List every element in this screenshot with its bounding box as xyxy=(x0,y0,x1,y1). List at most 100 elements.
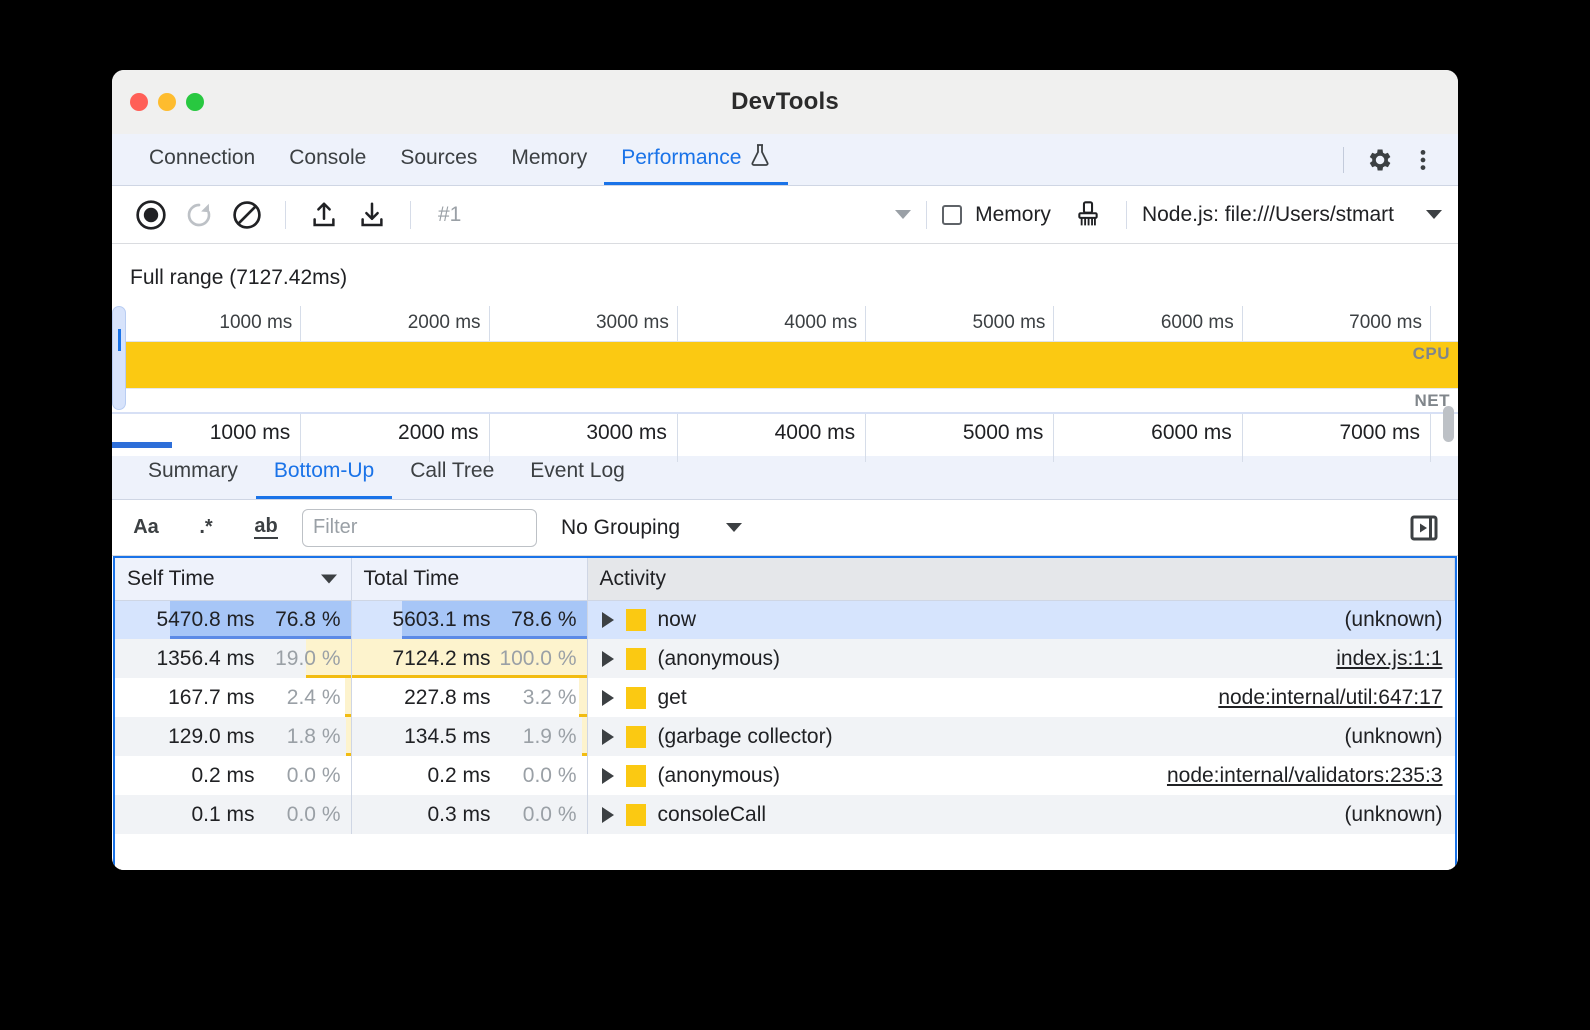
activity-name: now xyxy=(658,608,697,632)
total-time-percent: 0.0 % xyxy=(491,803,577,827)
activity-source-link[interactable]: index.js:1:1 xyxy=(1336,647,1442,671)
cell-total-time: 5603.1 ms78.6 % xyxy=(351,600,587,639)
cell-total-time: 7124.2 ms100.0 % xyxy=(351,639,587,678)
profile-id-label: #1 xyxy=(426,203,461,227)
more-options-button[interactable] xyxy=(1404,141,1442,179)
total-time-percent: 3.2 % xyxy=(491,686,577,710)
target-select-dropdown[interactable] xyxy=(1426,210,1442,219)
ruler-tick xyxy=(300,414,301,462)
cell-activity: now(unknown) xyxy=(587,600,1455,639)
reload-and-record-button[interactable] xyxy=(176,192,222,238)
expand-sidebar-button[interactable] xyxy=(1404,508,1444,548)
tab-connection-label: Connection xyxy=(149,146,255,170)
expand-triangle-icon[interactable] xyxy=(602,651,614,667)
tab-strip-actions xyxy=(1333,134,1458,185)
tab-console[interactable]: Console xyxy=(272,134,383,185)
tab-console-label: Console xyxy=(289,146,366,170)
experiment-flask-icon xyxy=(749,143,771,173)
activity-source-link[interactable]: node:internal/util:647:17 xyxy=(1218,686,1442,710)
self-time-percent: 19.0 % xyxy=(255,647,341,671)
grouping-dropdown[interactable]: No Grouping xyxy=(561,516,742,540)
tab-memory[interactable]: Memory xyxy=(494,134,604,185)
column-header-self-time[interactable]: Self Time xyxy=(115,558,351,600)
column-header-total-time[interactable]: Total Time xyxy=(351,558,587,600)
overview-pane[interactable]: 1000 ms2000 ms3000 ms4000 ms5000 ms6000 … xyxy=(112,306,1458,444)
table-row[interactable]: 0.2 ms0.0 %0.2 ms0.0 %(anonymous)node:in… xyxy=(115,756,1455,795)
whole-word-button[interactable]: ab xyxy=(246,508,286,548)
tab-event-log-label: Event Log xyxy=(530,459,625,483)
load-profile-button[interactable] xyxy=(301,192,347,238)
cell-self-time: 1356.4 ms19.0 % xyxy=(115,639,351,678)
expand-triangle-icon[interactable] xyxy=(602,729,614,745)
expand-triangle-icon[interactable] xyxy=(602,690,614,706)
match-case-button[interactable]: Aa xyxy=(126,508,166,548)
expand-triangle-icon[interactable] xyxy=(602,768,614,784)
window-title: DevTools xyxy=(112,88,1458,116)
cell-activity: getnode:internal/util:647:17 xyxy=(587,678,1455,717)
table-row[interactable]: 129.0 ms1.8 %134.5 ms1.9 %(garbage colle… xyxy=(115,717,1455,756)
save-profile-button[interactable] xyxy=(349,192,395,238)
profile-select-dropdown[interactable] xyxy=(895,210,911,219)
divider xyxy=(285,201,286,229)
cell-activity: (garbage collector)(unknown) xyxy=(587,717,1455,756)
memory-checkbox[interactable] xyxy=(942,205,962,225)
table-row[interactable]: 1356.4 ms19.0 %7124.2 ms100.0 %(anonymou… xyxy=(115,639,1455,678)
total-time-percent: 100.0 % xyxy=(491,647,577,671)
ruler-tick-label: 1000 ms xyxy=(219,312,300,334)
ruler-tick-label: 4000 ms xyxy=(775,421,866,445)
ruler-tick xyxy=(1430,306,1431,341)
overview-scrollbar-thumb[interactable] xyxy=(1443,406,1454,442)
full-range-label: Full range (7127.42ms) xyxy=(112,244,1458,306)
activity-name: (anonymous) xyxy=(658,764,781,788)
tab-performance[interactable]: Performance xyxy=(604,134,788,185)
ruler-tick xyxy=(1053,414,1054,462)
total-time-ms: 227.8 ms xyxy=(363,686,491,710)
self-time-ms: 0.2 ms xyxy=(127,764,255,788)
collect-garbage-button[interactable] xyxy=(1065,192,1111,238)
tab-summary-label: Summary xyxy=(148,459,238,483)
chevron-down-icon xyxy=(895,210,911,219)
timeline-overview: Full range (7127.42ms) 1000 ms2000 ms300… xyxy=(112,244,1458,444)
window-title-bar: DevTools xyxy=(112,70,1458,134)
ruler-tick xyxy=(1430,414,1431,462)
table-row[interactable]: 0.1 ms0.0 %0.3 ms0.0 %consoleCall(unknow… xyxy=(115,795,1455,834)
cpu-band: CPU xyxy=(112,342,1458,388)
self-time-ms: 1356.4 ms xyxy=(127,647,255,671)
table-row[interactable]: 5470.8 ms76.8 %5603.1 ms78.6 %now(unknow… xyxy=(115,600,1455,639)
cell-self-time: 167.7 ms2.4 % xyxy=(115,678,351,717)
cell-self-time: 0.1 ms0.0 % xyxy=(115,795,351,834)
table-empty-area xyxy=(115,834,1455,870)
total-time-percent: 1.9 % xyxy=(491,725,577,749)
tab-sources-label: Sources xyxy=(400,146,477,170)
column-header-self-time-label: Self Time xyxy=(127,567,215,590)
range-selector-bar[interactable] xyxy=(112,442,172,448)
cell-total-time: 0.2 ms0.0 % xyxy=(351,756,587,795)
table-row[interactable]: 167.7 ms2.4 % 227.8 ms3.2 % getnode:intern… xyxy=(115,678,1455,717)
ruler-tick-label: 5000 ms xyxy=(973,312,1054,334)
ruler-tick-label: 6000 ms xyxy=(1151,421,1242,445)
cell-self-time: 5470.8 ms76.8 % xyxy=(115,600,351,639)
expand-triangle-icon[interactable] xyxy=(602,612,614,628)
range-selector-left-handle[interactable] xyxy=(112,306,126,410)
cell-self-time: 0.2 ms0.0 % xyxy=(115,756,351,795)
tab-sources[interactable]: Sources xyxy=(383,134,494,185)
bottom-up-table-container[interactable]: Self Time Total Time Activity 5470.8 ms7… xyxy=(113,556,1457,870)
ruler-tick xyxy=(1242,414,1243,462)
self-time-percent: 0.0 % xyxy=(255,764,341,788)
regex-button[interactable]: .* xyxy=(186,508,226,548)
settings-button[interactable] xyxy=(1360,141,1398,179)
ruler-tick-label: 6000 ms xyxy=(1161,312,1242,334)
target-label: Node.js: file:///Users/stmart xyxy=(1142,203,1394,227)
self-time-ms: 129.0 ms xyxy=(127,725,255,749)
tab-connection[interactable]: Connection xyxy=(132,134,272,185)
record-button[interactable] xyxy=(128,192,174,238)
activity-source-link[interactable]: node:internal/validators:235:3 xyxy=(1167,764,1443,788)
table-body: 5470.8 ms76.8 %5603.1 ms78.6 %now(unknow… xyxy=(115,600,1455,834)
column-header-activity[interactable]: Activity xyxy=(587,558,1455,600)
activity-color-swatch xyxy=(626,609,646,631)
expand-triangle-icon[interactable] xyxy=(602,807,614,823)
bottom-up-table: Self Time Total Time Activity 5470.8 ms7… xyxy=(115,558,1455,834)
clear-button[interactable] xyxy=(224,192,270,238)
cell-activity: (anonymous)index.js:1:1 xyxy=(587,639,1455,678)
filter-input[interactable] xyxy=(302,509,537,547)
